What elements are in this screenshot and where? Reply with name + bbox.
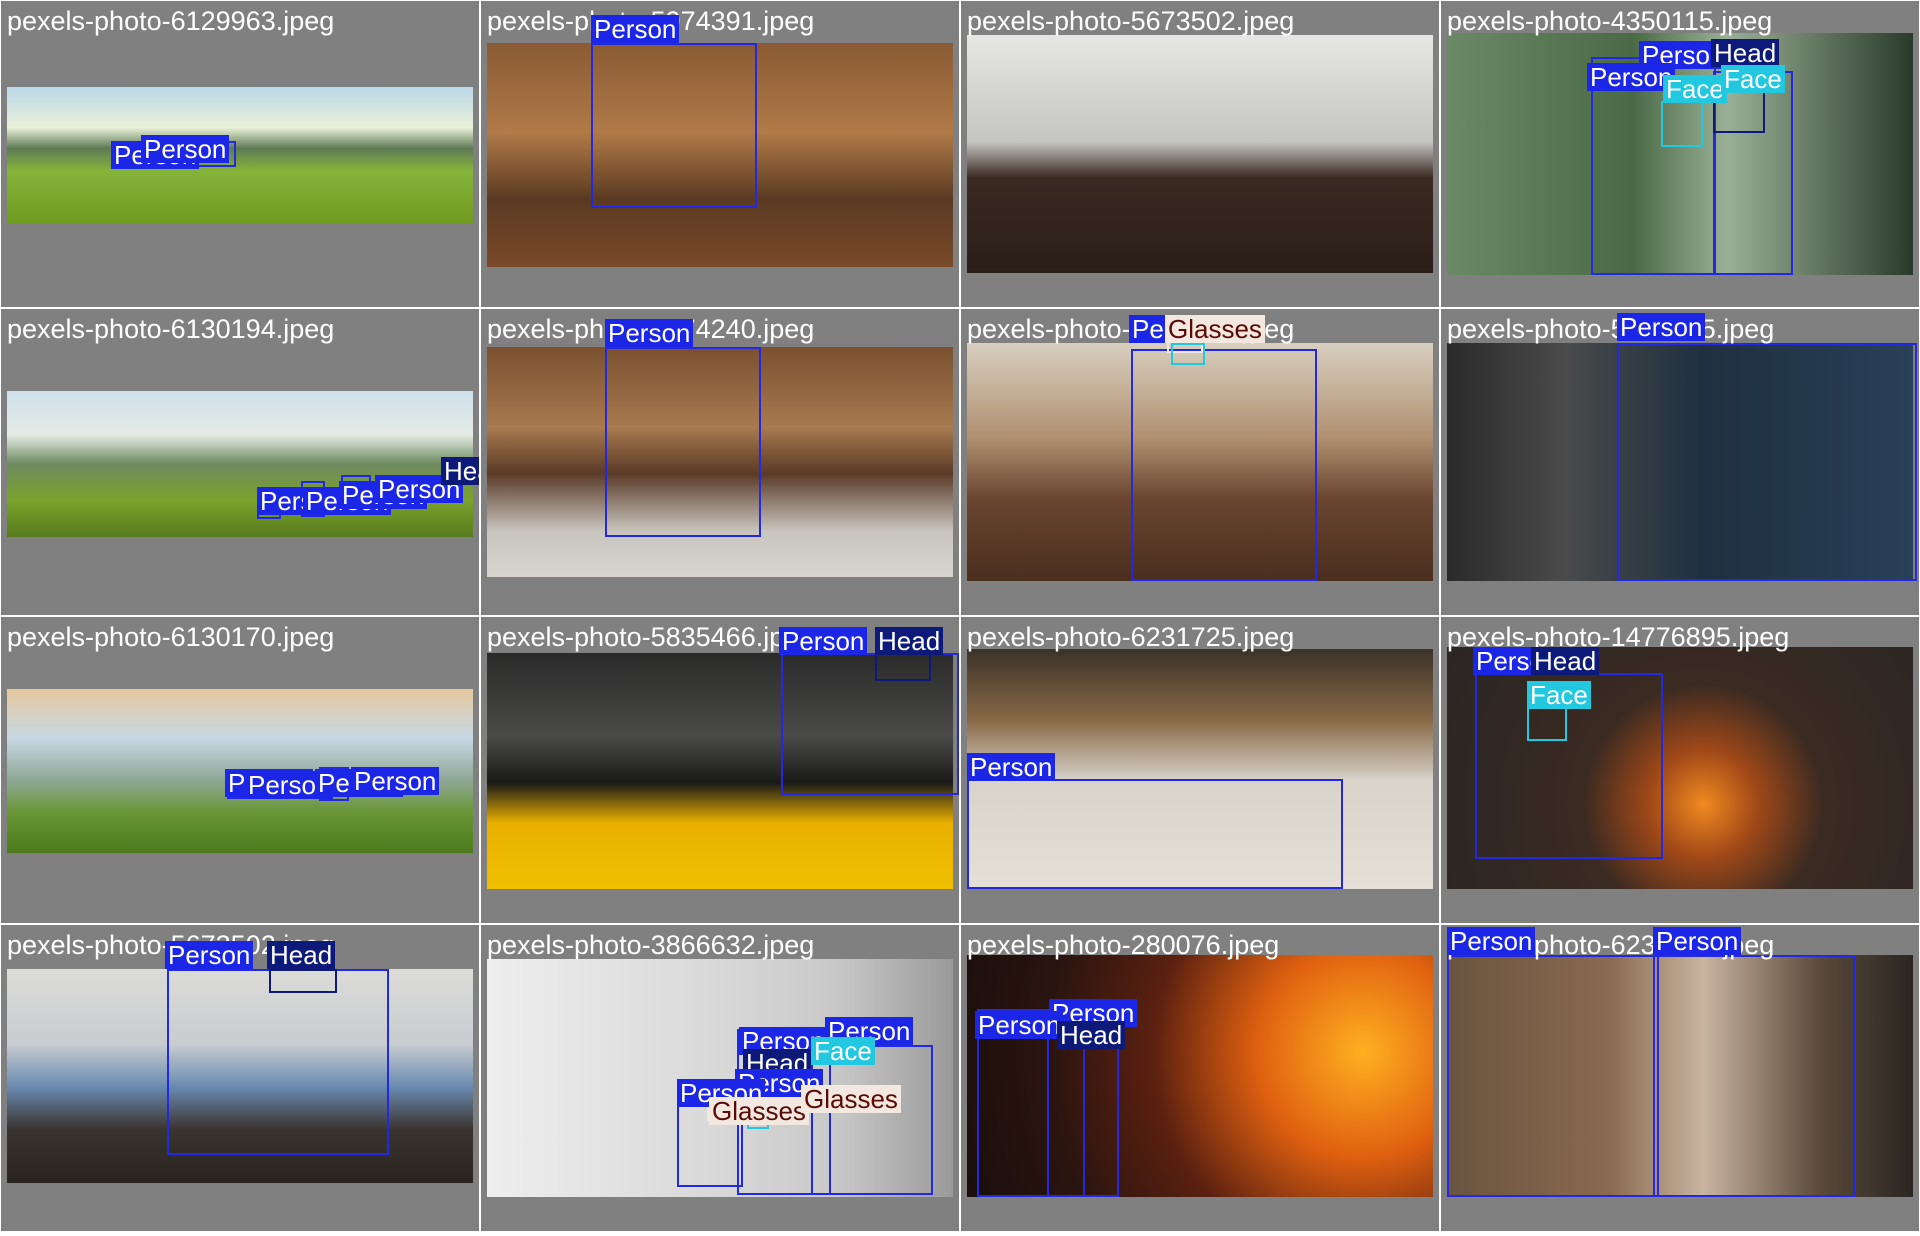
tile-4: Person Head Person Face Face pexels-phot… <box>1441 1 1919 307</box>
image-filename: pexels-photo-6130194.jpeg <box>7 314 335 344</box>
tile-1: Person Person pexels-photo-6129963.jpeg <box>1 1 479 307</box>
tile-9: Person Person Person Person pexels-photo… <box>1 617 479 923</box>
label-person: Person <box>605 319 694 347</box>
label-person: Person <box>1617 313 1706 341</box>
tile-2: Person pexels-photo-5974391.jpeg <box>481 1 959 307</box>
label-head: Head <box>1531 647 1600 675</box>
label-person: Person <box>351 767 440 795</box>
detection-box <box>1131 349 1317 581</box>
detection-box-head <box>269 969 337 993</box>
detection-box-face <box>1527 707 1567 741</box>
label-person: Person <box>779 627 868 655</box>
photo-office <box>967 35 1433 273</box>
detection-box <box>167 969 389 1155</box>
image-filename: pexels-photo-280076.jpeg <box>967 930 1280 960</box>
detection-box <box>591 43 757 208</box>
photo-landscape <box>7 87 473 223</box>
label-person: Person <box>165 941 254 969</box>
detection-box-face <box>1661 101 1703 147</box>
detection-box <box>1617 343 1917 581</box>
detection-box <box>781 653 959 795</box>
label-person: Person <box>141 135 230 163</box>
label-face: Face <box>811 1037 875 1065</box>
label-person: Person <box>591 15 680 43</box>
label-head: Head <box>441 457 479 485</box>
detection-box <box>1047 1025 1119 1197</box>
label-glasses: Glasses <box>709 1097 809 1125</box>
label-face: Face <box>1721 65 1785 93</box>
detection-box <box>967 779 1343 889</box>
tile-11: Person pexels-photo-6231725.jpeg <box>961 617 1439 923</box>
photo-landscape <box>7 391 473 537</box>
tile-7: Person Glasses pexels-photo-5974375.jpeg <box>961 309 1439 615</box>
tile-8: Person pexels-photo-5924375.jpeg <box>1441 309 1919 615</box>
detection-grid: Person Person pexels-photo-6129963.jpeg … <box>0 0 1920 1236</box>
tile-10: Person Head pexels-photo-5835466.jpeg <box>481 617 959 923</box>
tile-16: Person Person pexels-photo-6230743.jpeg <box>1441 925 1919 1231</box>
tile-6: Person pexels-photo-5974240.jpeg <box>481 309 959 615</box>
tile-12: Person Head Face pexels-photo-14776895.j… <box>1441 617 1919 923</box>
label-head: Head <box>1057 1021 1126 1049</box>
detection-box-head <box>875 653 931 681</box>
tile-5: Person Person Person Person Head pexels-… <box>1 309 479 615</box>
detection-box <box>605 347 761 537</box>
tile-14: Person Person Face Head Person Person Gl… <box>481 925 959 1231</box>
image-filename: pexels-photo-5673502.jpeg <box>967 6 1295 36</box>
image-filename: pexels-photo-6129963.jpeg <box>7 6 335 36</box>
image-filename: pexels-photo-5835466.jpeg <box>487 622 815 652</box>
detection-box-face <box>1171 343 1205 365</box>
label-person: Person <box>1653 927 1742 955</box>
label-face: Face <box>1663 75 1727 103</box>
label-head: Head <box>1711 39 1780 67</box>
label-person: Person <box>967 753 1056 781</box>
detection-box <box>1653 955 1855 1197</box>
image-filename: pexels-photo-6231725.jpeg <box>967 622 1295 652</box>
tile-13: Person Head pexels-photo-5673502.jpeg <box>1 925 479 1231</box>
label-person: Person <box>975 1011 1064 1039</box>
label-person: Person <box>1447 927 1536 955</box>
label-face: Face <box>1527 681 1591 709</box>
label-head: Head <box>267 941 336 969</box>
image-filename: pexels-photo-5924375.jpeg <box>1447 314 1775 344</box>
detection-box <box>811 1045 933 1195</box>
tile-3: pexels-photo-5673502.jpeg <box>961 1 1439 307</box>
label-glasses: Glasses <box>801 1085 901 1113</box>
image-filename: pexels-photo-4350115.jpeg <box>1447 6 1773 36</box>
image-filename: pexels-photo-6130170.jpeg <box>7 622 335 652</box>
image-filename: pexels-photo-3866632.jpeg <box>487 930 815 960</box>
label-head: Head <box>875 627 944 655</box>
tile-15: Person Person Head pexels-photo-280076.j… <box>961 925 1439 1231</box>
detection-box <box>1447 955 1659 1197</box>
label-glasses: Glasses <box>1165 315 1265 343</box>
